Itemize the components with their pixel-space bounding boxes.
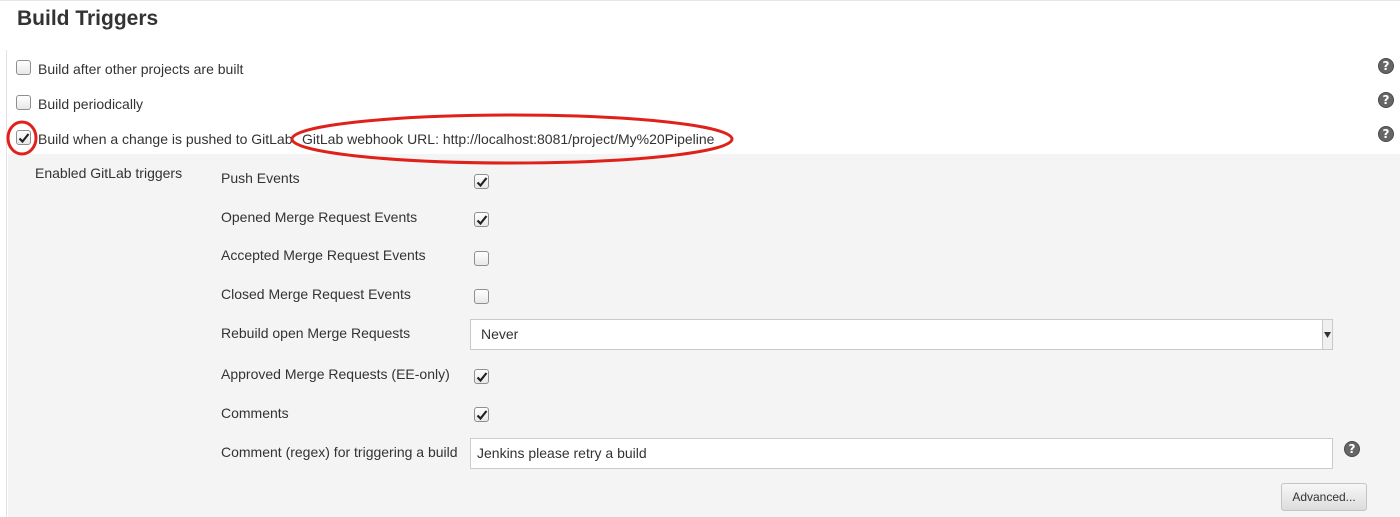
rebuild-open-mr-select[interactable]: Never bbox=[470, 319, 1333, 350]
comment-regex-value: Jenkins please retry a build bbox=[477, 445, 647, 461]
accepted-mr-events-label: Accepted Merge Request Events bbox=[221, 247, 426, 263]
top-divider bbox=[0, 0, 1400, 1]
push-events-label: Push Events bbox=[221, 170, 300, 186]
help-gitlab-push-icon[interactable]: ? bbox=[1378, 126, 1394, 142]
rebuild-open-mr-value: Never bbox=[481, 326, 519, 342]
closed-mr-events-checkbox[interactable] bbox=[474, 289, 489, 304]
closed-mr-events-label: Closed Merge Request Events bbox=[221, 286, 411, 302]
approved-mr-label: Approved Merge Requests (EE-only) bbox=[221, 366, 450, 382]
enabled-gitlab-triggers-label: Enabled GitLab triggers bbox=[35, 165, 183, 181]
push-events-checkbox[interactable] bbox=[474, 174, 489, 189]
trigger-periodically-checkbox[interactable] bbox=[16, 95, 31, 110]
approved-mr-checkbox[interactable] bbox=[474, 369, 489, 384]
rebuild-open-mr-label: Rebuild open Merge Requests bbox=[221, 325, 411, 341]
help-comment-regex-icon[interactable]: ? bbox=[1344, 441, 1360, 457]
checkmark-icon bbox=[476, 177, 488, 188]
trigger-after-projects-checkbox[interactable] bbox=[16, 60, 31, 75]
comments-checkbox[interactable] bbox=[474, 407, 489, 422]
comment-regex-label: Comment (regex) for triggering a build bbox=[221, 444, 458, 460]
checkmark-icon bbox=[476, 215, 488, 226]
section-left-border bbox=[6, 50, 7, 517]
help-periodically-icon[interactable]: ? bbox=[1378, 92, 1394, 108]
opened-mr-events-checkbox[interactable] bbox=[474, 212, 489, 227]
checkmark-icon bbox=[476, 410, 488, 421]
help-after-projects-icon[interactable]: ? bbox=[1378, 58, 1394, 74]
opened-mr-events-label: Opened Merge Request Events bbox=[221, 209, 418, 225]
section-title: Build Triggers bbox=[17, 7, 159, 30]
trigger-gitlab-push-checkbox[interactable] bbox=[16, 130, 31, 145]
comments-label: Comments bbox=[221, 405, 289, 421]
trigger-periodically-label: Build periodically bbox=[38, 96, 144, 112]
gitlab-webhook-url: GitLab webhook URL: http://localhost:808… bbox=[302, 131, 715, 147]
comment-regex-input[interactable]: Jenkins please retry a build bbox=[470, 438, 1333, 469]
checkmark-icon bbox=[18, 133, 30, 144]
trigger-gitlab-push-label: Build when a change is pushed to GitLab. bbox=[38, 131, 297, 147]
dropdown-arrow-icon[interactable] bbox=[1322, 320, 1332, 349]
advanced-button[interactable]: Advanced... bbox=[1281, 483, 1367, 511]
accepted-mr-events-checkbox[interactable] bbox=[474, 251, 489, 266]
checkmark-icon bbox=[476, 372, 488, 383]
trigger-after-projects-label: Build after other projects are built bbox=[38, 61, 244, 77]
